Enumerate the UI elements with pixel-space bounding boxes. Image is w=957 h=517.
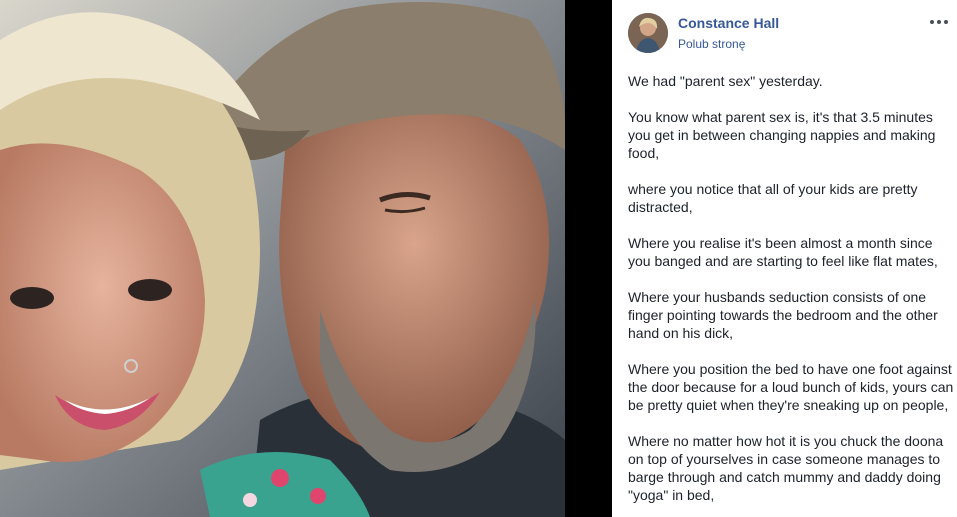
selfie-image: [0, 0, 565, 517]
photo-divider: [565, 0, 612, 517]
post-paragraph: Where no matter how hot it is you chuck …: [628, 433, 944, 503]
post-text: We had "parent sex" yesterday. You know …: [628, 72, 956, 517]
post-paragraph: where you notice that all of your kids a…: [628, 181, 918, 215]
post-paragraph: Where you realise it's been almost a mon…: [628, 235, 938, 269]
post-paragraph: Where you position the bed to have one f…: [628, 361, 954, 413]
post-header: Constance Hall Polub stronę: [612, 0, 957, 66]
post-paragraph: You know what parent sex is, it's that 3…: [628, 109, 936, 161]
post-paragraph: We had "parent sex" yesterday.: [628, 73, 823, 89]
more-options-icon[interactable]: [927, 11, 951, 33]
post-panel: Constance Hall Polub stronę We had "pare…: [612, 0, 957, 517]
post-paragraph: Where your husbands seduction consists o…: [628, 289, 938, 341]
profile-avatar[interactable]: [628, 13, 668, 53]
page-name-link[interactable]: Constance Hall: [678, 15, 779, 31]
post-photo[interactable]: [0, 0, 565, 517]
like-page-link[interactable]: Polub stronę: [678, 37, 745, 51]
